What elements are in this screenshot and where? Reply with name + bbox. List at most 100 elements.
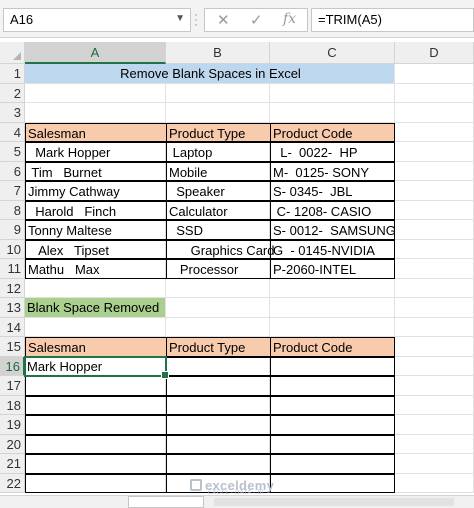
table2-header-salesman[interactable]: Salesman [25, 337, 167, 357]
table-cell[interactable]: Mobile [166, 161, 271, 181]
name-box[interactable]: A16 ▼ [3, 8, 191, 32]
selected-cell-a16[interactable]: Mark Hopper [24, 355, 169, 379]
table-cell[interactable]: Laptop [166, 142, 271, 162]
row-header[interactable]: 22 [0, 473, 25, 493]
table2-cell[interactable] [270, 434, 395, 454]
row-header[interactable]: 16 [0, 356, 25, 376]
grid-cell[interactable] [270, 103, 395, 123]
row-header[interactable]: 17 [0, 376, 25, 396]
table2-cell[interactable] [270, 395, 395, 415]
grid-cell[interactable] [395, 64, 474, 84]
grid-cell[interactable] [395, 200, 474, 220]
grid-cell[interactable] [395, 454, 474, 474]
grid-cell[interactable] [395, 434, 474, 454]
grid-cell[interactable] [25, 278, 166, 298]
enter-icon[interactable]: ✓ [250, 11, 263, 29]
table-cell[interactable]: Calculator [166, 200, 271, 220]
grid-cell[interactable] [395, 376, 474, 396]
row-header[interactable]: 10 [0, 239, 25, 259]
table2-cell[interactable] [166, 415, 271, 435]
table-cell[interactable]: Jimmy Cathway [25, 181, 167, 201]
grid-cell[interactable] [25, 83, 166, 103]
row-header[interactable]: 8 [0, 200, 25, 220]
row-header[interactable]: 9 [0, 220, 25, 240]
table2-cell[interactable] [270, 415, 395, 435]
table-cell[interactable]: Alex Tipset [25, 239, 167, 259]
grid-cell[interactable] [166, 317, 270, 337]
table-cell[interactable]: P-2060-INTEL [270, 259, 395, 279]
table2-cell[interactable] [166, 454, 271, 474]
grid-cell[interactable] [395, 395, 474, 415]
row-header[interactable]: 14 [0, 317, 25, 337]
row-header[interactable]: 4 [0, 122, 25, 142]
grid-cell[interactable] [395, 103, 474, 123]
column-header-d[interactable]: D [395, 42, 474, 64]
grid-cell[interactable] [395, 259, 474, 279]
grid-cell[interactable] [395, 122, 474, 142]
grid-cell[interactable] [25, 103, 166, 123]
row-header[interactable]: 15 [0, 337, 25, 357]
insert-function-icon[interactable]: fx [283, 11, 296, 27]
table2-header-product-code[interactable]: Product Code [270, 337, 395, 357]
row-header[interactable]: 13 [0, 298, 25, 318]
grid-cell[interactable] [395, 142, 474, 162]
row-header[interactable]: 12 [0, 278, 25, 298]
row-header[interactable]: 1 [0, 64, 25, 84]
table2-cell[interactable] [25, 415, 167, 435]
table2-cell[interactable] [166, 376, 271, 396]
table-cell[interactable]: Graphics Card [166, 239, 274, 259]
chevron-down-icon[interactable]: ▼ [175, 13, 185, 24]
table2-cell[interactable] [25, 395, 167, 415]
cancel-icon[interactable]: ✕ [217, 11, 230, 29]
formula-input[interactable]: =TRIM(A5) [311, 8, 474, 32]
grid-cell[interactable] [166, 278, 270, 298]
grid-cell[interactable] [166, 103, 270, 123]
resize-handle[interactable]: · · · [194, 8, 198, 30]
table2-cell[interactable] [270, 376, 395, 396]
row-header[interactable]: 7 [0, 181, 25, 201]
table2-cell[interactable] [25, 434, 167, 454]
table2-cell[interactable] [25, 376, 167, 396]
grid-cell[interactable] [270, 83, 395, 103]
grid-cell[interactable] [395, 415, 474, 435]
table2-cell[interactable] [270, 454, 395, 474]
table1-header-product-code[interactable]: Product Code [270, 122, 395, 142]
table-cell[interactable]: Mark Hopper [25, 142, 167, 162]
table-cell[interactable]: G - 0145-NVIDIA [270, 239, 395, 259]
row-header[interactable]: 20 [0, 434, 25, 454]
row-header[interactable]: 18 [0, 395, 25, 415]
table-cell[interactable]: C- 1208- CASIO [270, 200, 395, 220]
grid-cell[interactable] [395, 473, 474, 493]
grid-cell[interactable] [395, 317, 474, 337]
grid-cell[interactable] [270, 298, 395, 318]
grid-cell[interactable] [395, 161, 474, 181]
select-all-button[interactable] [0, 42, 25, 64]
column-header-c[interactable]: C [270, 42, 395, 64]
table2-cell[interactable] [25, 454, 167, 474]
grid-cell[interactable] [395, 239, 474, 259]
table-cell[interactable]: Tim Burnet [25, 161, 167, 181]
table-cell[interactable]: S- 0345- JBL [270, 181, 395, 201]
table-cell[interactable]: Processor [166, 259, 271, 279]
grid-cell[interactable] [395, 83, 474, 103]
grid-cell[interactable] [395, 181, 474, 201]
grid-cell[interactable] [166, 298, 270, 318]
grid-cell[interactable] [395, 220, 474, 240]
table-cell[interactable]: SSD [166, 220, 271, 240]
row-header[interactable]: 3 [0, 103, 25, 123]
table-cell[interactable]: Mathu Max [25, 259, 167, 279]
table-cell[interactable]: Harold Finch [25, 200, 167, 220]
table2-cell[interactable] [166, 395, 271, 415]
grid-cell[interactable] [395, 337, 474, 357]
section-label[interactable]: Blank Space Removed [25, 298, 166, 318]
table-cell[interactable]: L- 0022- HP [270, 142, 395, 162]
table2-cell[interactable] [270, 473, 395, 493]
row-header[interactable]: 2 [0, 83, 25, 103]
column-header-a[interactable]: A [25, 42, 166, 64]
table1-header-salesman[interactable]: Salesman [25, 122, 167, 142]
table2-header-product-type[interactable]: Product Type [166, 337, 271, 357]
sheet-title[interactable]: Remove Blank Spaces in Excel [25, 64, 395, 84]
grid-cell[interactable] [270, 317, 395, 337]
table-cell[interactable]: M- 0125- SONY [270, 161, 395, 181]
sheet-tab[interactable] [128, 496, 204, 508]
